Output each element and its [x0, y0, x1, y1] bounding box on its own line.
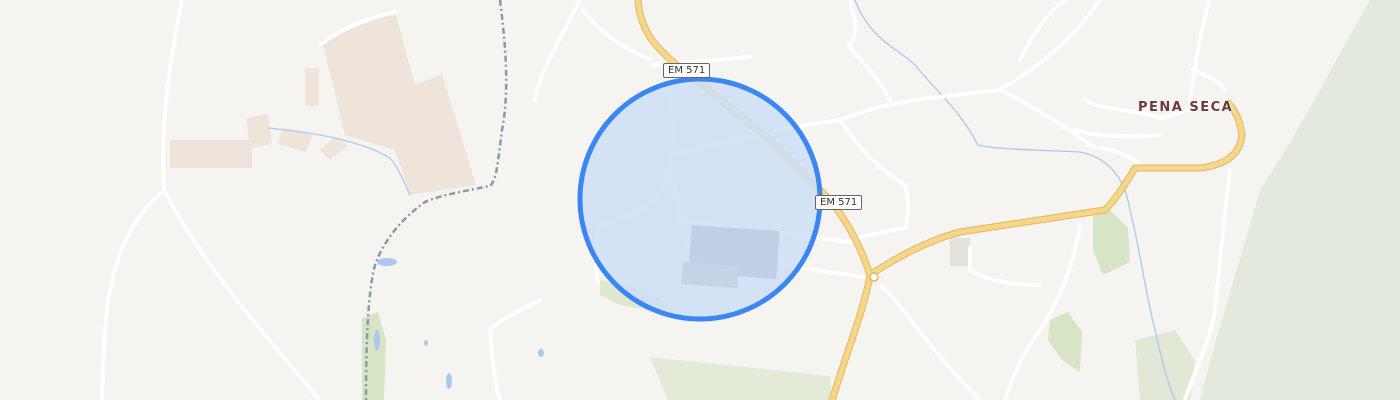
pond	[538, 349, 544, 357]
pond	[374, 330, 380, 350]
road-shield-em571: EM 571	[663, 63, 711, 78]
building	[681, 262, 739, 288]
park-area	[362, 312, 386, 400]
terrain-area	[1200, 0, 1400, 400]
building	[305, 68, 319, 106]
roundabout	[869, 272, 879, 282]
place-label-pena-seca: PENA SECA	[1138, 100, 1234, 115]
map-layer	[100, 0, 1400, 400]
pond	[377, 258, 397, 266]
park-area	[1135, 330, 1195, 400]
map-canvas[interactable]: EM 571 EM 571 PENA SECA	[0, 0, 1400, 400]
park-area	[650, 357, 832, 400]
road-shield-em571: EM 571	[815, 195, 863, 210]
park-area	[1048, 312, 1082, 372]
pond	[424, 340, 428, 346]
pond	[446, 373, 452, 389]
stream	[854, 0, 1176, 400]
park-area	[1093, 210, 1130, 275]
building	[950, 238, 970, 266]
building	[246, 114, 272, 148]
building	[322, 12, 476, 195]
building	[170, 140, 252, 168]
